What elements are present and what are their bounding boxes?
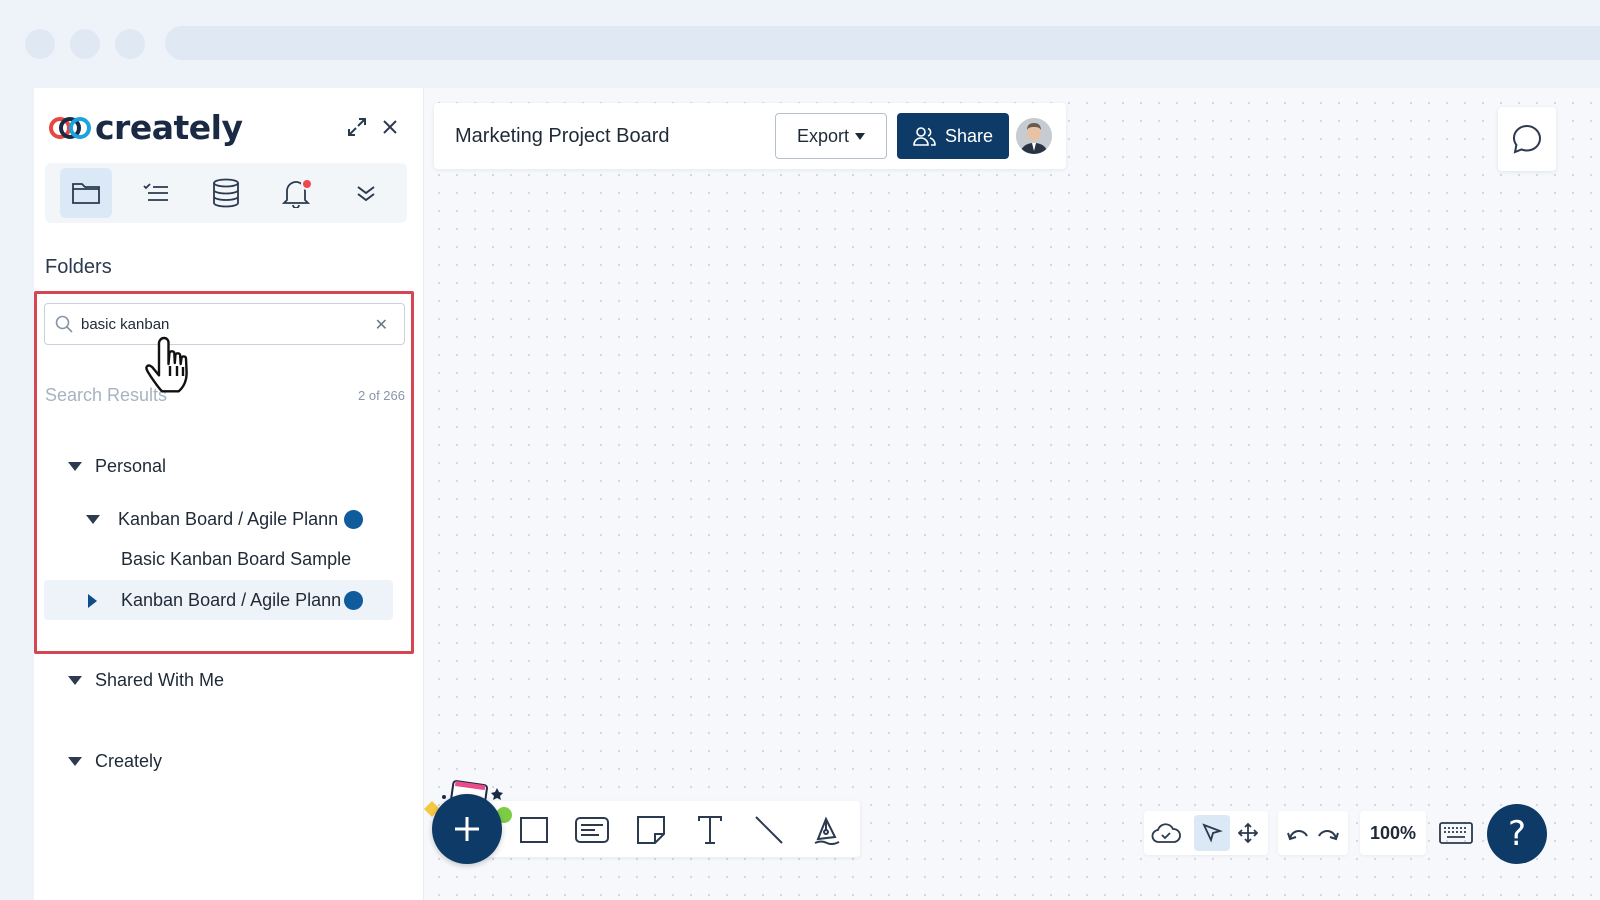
chevrons-down-icon bbox=[357, 186, 375, 202]
tab-data[interactable] bbox=[200, 168, 252, 218]
avatar[interactable] bbox=[1016, 118, 1052, 154]
pan-tool-button[interactable] bbox=[1230, 815, 1266, 851]
clear-search-icon[interactable]: ✕ bbox=[375, 315, 388, 335]
info-badge-icon bbox=[344, 510, 363, 529]
line-icon bbox=[755, 816, 783, 844]
tree-folder-kanban-1[interactable]: Kanban Board / Agile Plann bbox=[86, 509, 338, 530]
tab-notifications[interactable] bbox=[270, 168, 322, 218]
tree-item-basic-kanban-sample[interactable]: Basic Kanban Board Sample bbox=[121, 549, 351, 570]
sticky-note-icon bbox=[637, 816, 665, 844]
folder-search[interactable]: ✕ bbox=[44, 303, 405, 345]
history-tools bbox=[1278, 811, 1348, 855]
move-icon bbox=[1237, 822, 1259, 844]
logo-icon bbox=[49, 115, 93, 141]
expand-icon[interactable] bbox=[345, 115, 369, 139]
database-icon bbox=[213, 178, 239, 208]
diagram-canvas[interactable] bbox=[424, 88, 1600, 900]
keyboard-shortcuts-button[interactable] bbox=[1436, 815, 1476, 851]
pen-icon bbox=[814, 816, 840, 845]
card-tool[interactable] bbox=[573, 811, 611, 849]
add-shape-button[interactable] bbox=[432, 794, 502, 864]
keyboard-icon bbox=[1439, 822, 1473, 844]
tree-label: Basic Kanban Board Sample bbox=[121, 549, 352, 569]
tab-tasks[interactable] bbox=[130, 168, 182, 218]
address-bar bbox=[165, 26, 1600, 60]
help-button[interactable]: ? bbox=[1487, 804, 1547, 864]
redo-button[interactable] bbox=[1313, 815, 1343, 851]
notification-badge bbox=[301, 178, 313, 190]
card-icon bbox=[575, 817, 609, 843]
users-icon bbox=[913, 127, 936, 146]
tree-label: Creately bbox=[95, 751, 163, 771]
line-tool[interactable] bbox=[750, 811, 788, 849]
sidebar: creately Folders bbox=[34, 88, 424, 900]
export-button[interactable]: Export bbox=[775, 113, 887, 159]
cloud-icon bbox=[1151, 823, 1181, 843]
redo-icon bbox=[1318, 830, 1339, 841]
window-dot-2 bbox=[70, 29, 100, 59]
sidebar-tabbar bbox=[45, 163, 407, 223]
chat-bubble-icon bbox=[1512, 124, 1542, 154]
logo-text: creately bbox=[95, 108, 243, 147]
caret-down-icon bbox=[86, 515, 100, 524]
zoom-level: 100% bbox=[1369, 822, 1417, 843]
search-results-count: 2 of 266 bbox=[358, 388, 405, 403]
zoom-control[interactable]: 100% bbox=[1360, 811, 1426, 855]
folders-title: Folders bbox=[45, 256, 112, 278]
tree-folder-personal[interactable]: Personal bbox=[68, 456, 166, 477]
cloud-save-button[interactable] bbox=[1148, 815, 1184, 851]
tree-folder-shared[interactable]: Shared With Me bbox=[68, 670, 224, 691]
undo-icon bbox=[1287, 830, 1308, 841]
comments-button[interactable] bbox=[1498, 107, 1556, 171]
document-title[interactable]: Marketing Project Board bbox=[455, 125, 670, 148]
caret-down-icon bbox=[68, 462, 82, 471]
tab-folders[interactable] bbox=[60, 168, 112, 218]
logo: creately bbox=[49, 108, 243, 147]
rectangle-tool[interactable] bbox=[515, 811, 553, 849]
undo-button[interactable] bbox=[1283, 815, 1313, 851]
pen-tool[interactable] bbox=[808, 811, 846, 849]
window-dot-3 bbox=[115, 29, 145, 59]
window-dot-1 bbox=[25, 29, 55, 59]
text-icon bbox=[698, 816, 722, 844]
close-icon[interactable] bbox=[378, 115, 402, 139]
caret-right-icon bbox=[88, 593, 97, 608]
select-tool-button[interactable] bbox=[1194, 815, 1230, 851]
search-results-label: Search Results bbox=[45, 385, 168, 405]
info-badge-icon bbox=[344, 591, 363, 610]
sticky-note-tool[interactable] bbox=[632, 811, 670, 849]
view-tools bbox=[1144, 811, 1268, 855]
tab-more[interactable] bbox=[340, 168, 392, 218]
export-label: Export bbox=[796, 125, 850, 146]
share-button[interactable]: Share bbox=[897, 113, 1009, 159]
checklist-icon bbox=[143, 183, 168, 201]
caret-down-icon bbox=[68, 757, 82, 766]
tree-label: Kanban Board / Agile Plann bbox=[118, 509, 339, 529]
plus-icon bbox=[455, 817, 479, 841]
tree-label: Shared With Me bbox=[95, 670, 225, 690]
rectangle-icon bbox=[520, 817, 548, 843]
tree-label: Personal bbox=[95, 456, 167, 476]
caret-down-icon bbox=[68, 676, 82, 685]
search-icon bbox=[55, 315, 73, 333]
tree-folder-kanban-2[interactable]: Kanban Board / Agile Plann bbox=[88, 590, 341, 611]
folder-icon bbox=[72, 183, 100, 204]
text-tool[interactable] bbox=[691, 811, 729, 849]
tree-label: Kanban Board / Agile Plann bbox=[121, 590, 342, 610]
document-topbar: Marketing Project Board Export Share bbox=[434, 103, 1066, 169]
search-input[interactable] bbox=[81, 315, 361, 333]
tree-folder-creately[interactable]: Creately bbox=[68, 751, 162, 772]
shape-toolbar bbox=[470, 801, 860, 857]
share-label: Share bbox=[944, 125, 994, 146]
pointer-icon bbox=[1202, 823, 1223, 843]
dropdown-caret-icon bbox=[855, 132, 866, 140]
